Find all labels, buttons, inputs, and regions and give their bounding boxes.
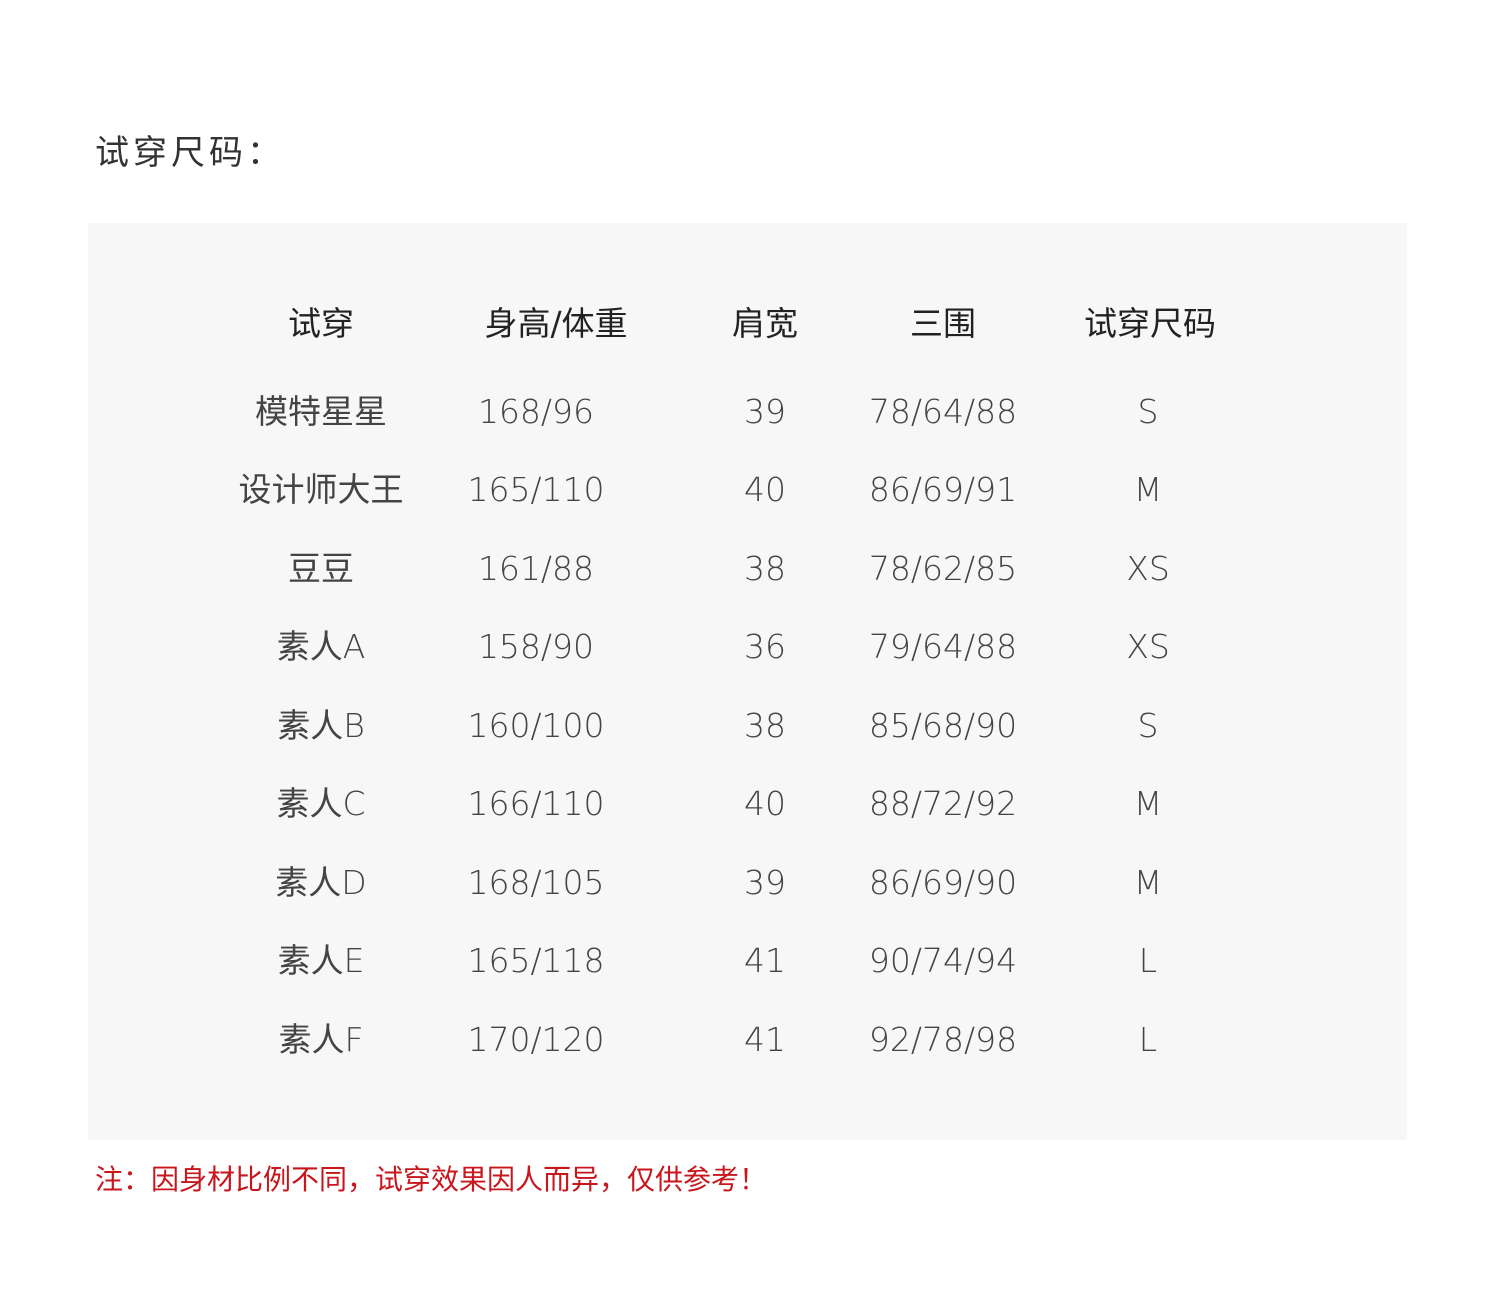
- cell-measurements: 92/78/98: [868, 1020, 1018, 1059]
- cell-measurements: 88/72/92: [868, 784, 1018, 823]
- table-row: 豆豆 161/88 38 78/62/85 XS: [88, 539, 1407, 599]
- cell-shoulder: 41: [744, 1020, 786, 1059]
- cell-height-weight: 168/96: [477, 392, 595, 431]
- cell-shoulder: 41: [744, 941, 786, 980]
- cell-measurements: 90/74/94: [868, 941, 1018, 980]
- cell-height-weight: 160/100: [467, 706, 605, 745]
- cell-size: S: [1137, 706, 1159, 745]
- cell-height-weight: 158/90: [477, 627, 595, 666]
- cell-shoulder: 39: [744, 863, 786, 902]
- cell-measurements: 86/69/91: [868, 470, 1018, 509]
- table-header-row: 试穿 身高/体重 肩宽 三围 试穿尺码: [88, 294, 1407, 354]
- cell-tester: 素人B: [277, 706, 365, 745]
- cell-size: XS: [1126, 549, 1170, 588]
- cell-size: M: [1133, 470, 1163, 509]
- cell-height-weight: 170/120: [467, 1020, 605, 1059]
- cell-size: S: [1137, 392, 1159, 431]
- cell-shoulder: 36: [744, 627, 786, 666]
- cell-shoulder: 38: [744, 549, 786, 588]
- cell-shoulder: 40: [744, 470, 786, 509]
- cell-height-weight: 165/118: [467, 941, 605, 980]
- page-title: 试穿尺码：: [95, 133, 285, 173]
- table-row: 设计师大王 165/110 40 86/69/91 M: [88, 460, 1407, 520]
- cell-measurements: 78/62/85: [868, 549, 1018, 588]
- cell-measurements: 85/68/90: [868, 706, 1018, 745]
- header-cell-measurements: 三围: [910, 304, 976, 343]
- table-row: 素人E 165/118 41 90/74/94 L: [88, 931, 1407, 991]
- cell-height-weight: 168/105: [467, 863, 605, 902]
- size-table-panel: 试穿 身高/体重 肩宽 三围 试穿尺码 模特星星 168/96 39 78/64…: [88, 223, 1407, 1140]
- cell-size: XS: [1126, 627, 1170, 666]
- table-row: 素人B 160/100 38 85/68/90 S: [88, 696, 1407, 756]
- table-row: 素人F 170/120 41 92/78/98 L: [88, 1010, 1407, 1070]
- cell-size: L: [1138, 941, 1158, 980]
- cell-shoulder: 38: [744, 706, 786, 745]
- cell-height-weight: 165/110: [467, 470, 605, 509]
- cell-tester: 模特星星: [255, 392, 387, 431]
- cell-size: M: [1133, 784, 1163, 823]
- cell-height-weight: 161/88: [477, 549, 595, 588]
- cell-size: L: [1138, 1020, 1158, 1059]
- header-cell-size: 试穿尺码: [1084, 304, 1216, 343]
- cell-tester: 素人C: [276, 784, 366, 823]
- table-row: 素人C 166/110 40 88/72/92 M: [88, 774, 1407, 834]
- header-cell-shoulder: 肩宽: [732, 304, 798, 343]
- cell-tester: 素人A: [276, 627, 366, 666]
- table-row: 素人D 168/105 39 86/69/90 M: [88, 853, 1407, 913]
- cell-tester: 豆豆: [288, 549, 354, 588]
- cell-tester: 素人D: [275, 863, 367, 902]
- cell-tester: 设计师大王: [238, 470, 404, 509]
- table-row: 模特星星 168/96 39 78/64/88 S: [88, 382, 1407, 442]
- cell-measurements: 79/64/88: [868, 627, 1018, 666]
- cell-shoulder: 40: [744, 784, 786, 823]
- cell-height-weight: 166/110: [467, 784, 605, 823]
- cell-measurements: 86/69/90: [868, 863, 1018, 902]
- cell-tester: 素人F: [278, 1020, 364, 1059]
- header-cell-height-weight: 身高/体重: [484, 304, 628, 343]
- cell-measurements: 78/64/88: [868, 392, 1018, 431]
- cell-shoulder: 39: [744, 392, 786, 431]
- cell-tester: 素人E: [277, 941, 365, 980]
- table-row: 素人A 158/90 36 79/64/88 XS: [88, 617, 1407, 677]
- cell-size: M: [1133, 863, 1163, 902]
- header-cell-tester: 试穿: [288, 304, 354, 343]
- disclaimer-note: 注：因身材比例不同，试穿效果因人而异，仅供参考！: [95, 1163, 768, 1196]
